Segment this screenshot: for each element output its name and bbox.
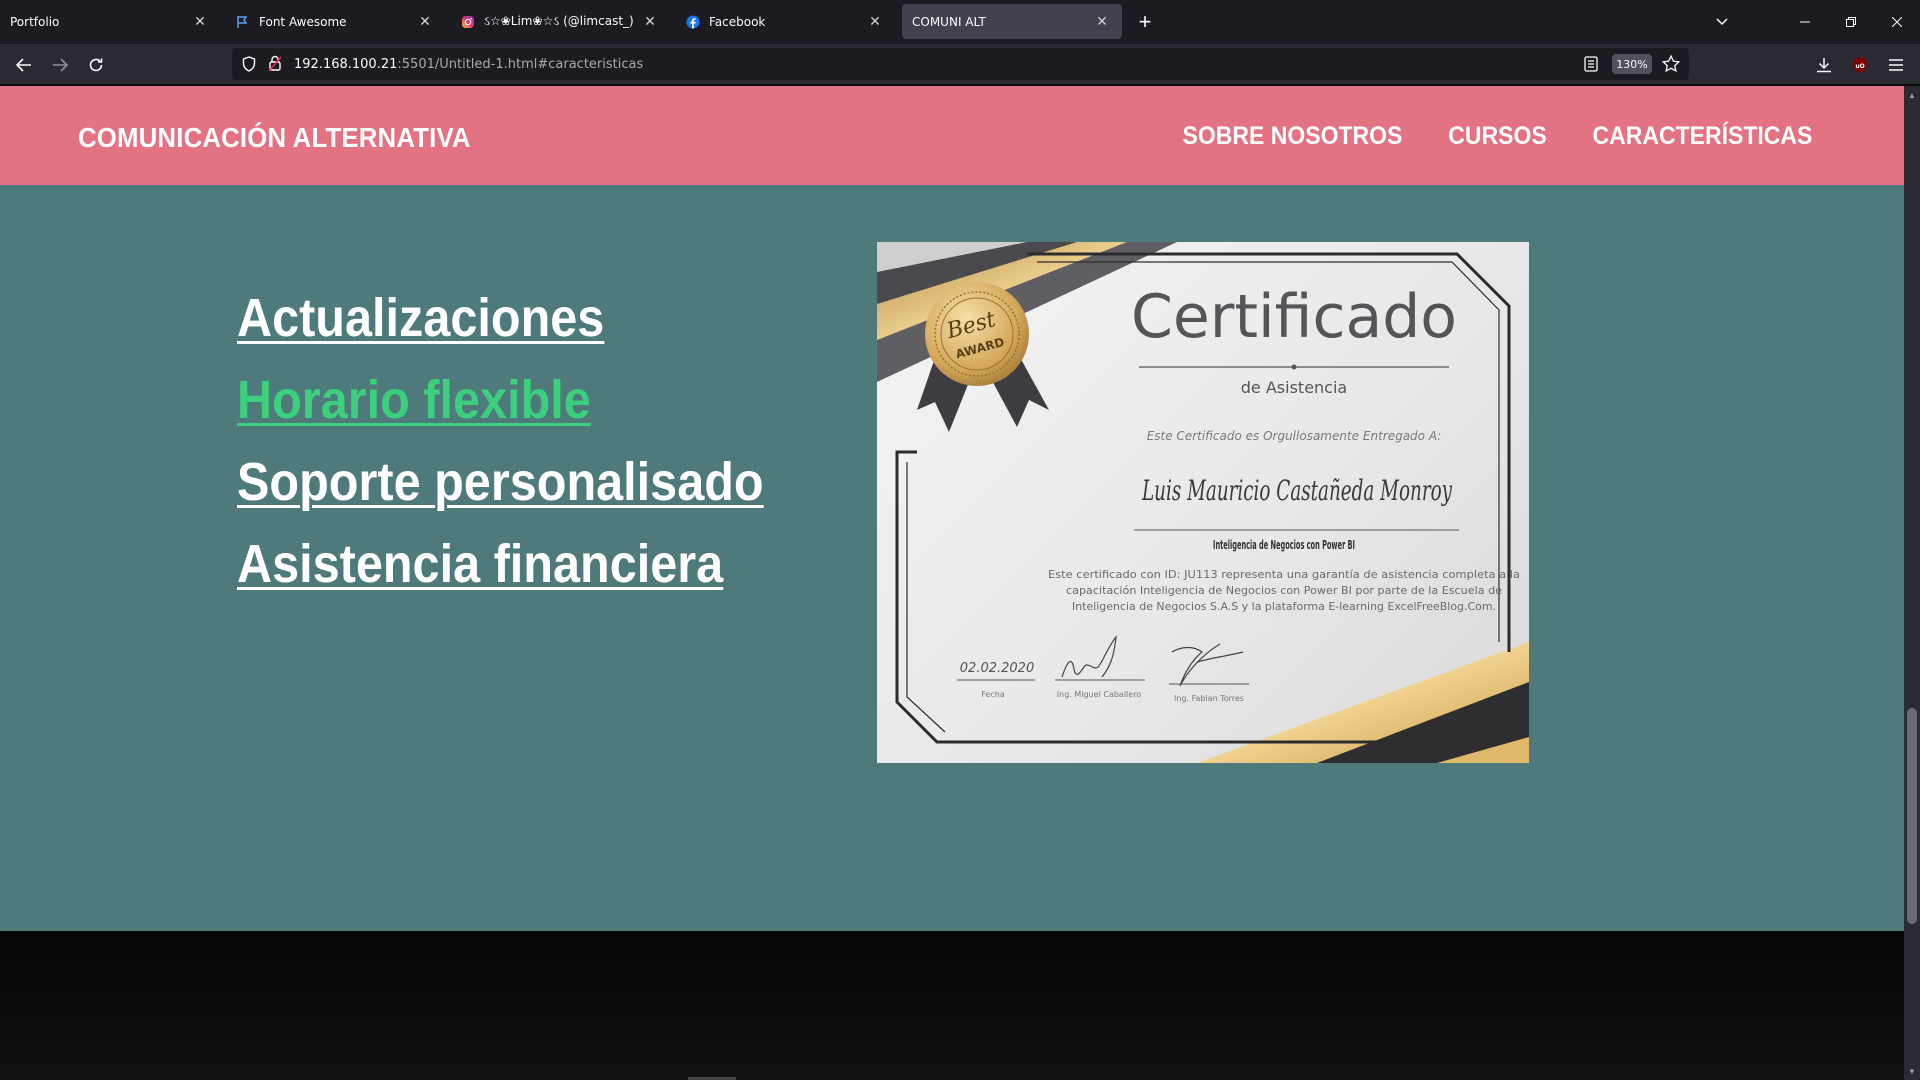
feature-link-asistencia-financiera[interactable]: Asistencia financiera	[237, 523, 764, 605]
award-seal: Best AWARD	[925, 282, 1029, 386]
close-icon[interactable]: ✕	[190, 12, 210, 32]
site-footer	[0, 931, 1904, 1080]
certificate-title: Certificado	[1131, 282, 1457, 352]
url-host: 192.168.100.21	[294, 57, 398, 72]
certificate-intro: Este Certificado es Orgullosamente Entre…	[1147, 429, 1442, 443]
certificate-date: 02.02.2020	[960, 661, 1034, 676]
signature-1-scribble	[1061, 635, 1117, 678]
certificate-body-line-3: Inteligencia de Negocios S.A.S y la plat…	[1072, 600, 1496, 613]
close-icon[interactable]: ✕	[640, 12, 660, 32]
site-brand[interactable]: COMUNICACIÓN ALTERNATIVA	[78, 122, 471, 154]
chevron-down-icon[interactable]	[1712, 10, 1732, 34]
forward-arrow-icon[interactable]	[46, 52, 74, 78]
features-section: Actualizaciones Horario flexible Soporte…	[0, 185, 1904, 931]
minimize-button[interactable]	[1782, 6, 1828, 38]
tab-instagram[interactable]: ઽ☆❀Lim❀☆ઽ (@limcast_) ✕	[450, 4, 670, 39]
nav-link-caracteristicas[interactable]: CARACTERÍSTICAS	[1593, 122, 1813, 151]
tab-label: ઽ☆❀Lim❀☆ઽ (@limcast_)	[484, 14, 634, 28]
nav-link-sobre-nosotros[interactable]: SOBRE NOSOTROS	[1183, 122, 1403, 151]
tab-label: Facebook	[709, 14, 766, 29]
zoom-level-badge[interactable]: 130%	[1612, 54, 1652, 74]
close-icon[interactable]: ✕	[1092, 12, 1112, 32]
insecure-lock-icon[interactable]	[268, 55, 282, 77]
feature-link-horario-flexible[interactable]: Horario flexible	[237, 359, 764, 441]
reload-icon[interactable]	[82, 52, 110, 78]
page-viewport: COMUNICACIÓN ALTERNATIVA SOBRE NOSOTROS …	[0, 86, 1904, 1080]
facebook-icon	[685, 14, 701, 30]
nav-link-cursos[interactable]: CURSOS	[1448, 122, 1546, 151]
ublock-shield-icon[interactable]: uO	[1846, 52, 1874, 78]
signature-2-scribble	[1171, 643, 1244, 687]
certificate-recipient: Luis Mauricio Castañeda Monroy	[1141, 474, 1452, 507]
close-icon[interactable]: ✕	[415, 12, 435, 32]
url-text[interactable]: 192.168.100.21:5501/Untitled-1.html#cara…	[294, 57, 643, 72]
tab-facebook[interactable]: Facebook ✕	[675, 4, 895, 39]
restore-button[interactable]	[1828, 6, 1874, 38]
svg-text:uO: uO	[1855, 63, 1864, 70]
certificate-subtitle: de Asistencia	[1241, 378, 1347, 397]
site-header: COMUNICACIÓN ALTERNATIVA SOBRE NOSOTROS …	[0, 86, 1904, 185]
close-window-button[interactable]	[1874, 6, 1920, 38]
shield-icon[interactable]	[242, 56, 256, 77]
close-icon[interactable]: ✕	[865, 12, 885, 32]
tab-label: Portfolio	[10, 14, 60, 29]
tab-label: COMUNI ALT	[912, 14, 986, 29]
tab-bar: Portfolio ✕ Font Awesome ✕ ઽ☆❀Lim❀☆ઽ (@l…	[0, 0, 1920, 44]
certificate-body-line-2: capacitación Inteligencia de Negocios co…	[1066, 584, 1502, 597]
reader-view-icon[interactable]	[1584, 56, 1598, 77]
tab-label: Font Awesome	[259, 14, 347, 29]
bookmark-star-icon[interactable]	[1661, 54, 1681, 77]
certificate-body-line-1: Este certificado con ID: JU113 represent…	[1048, 568, 1520, 581]
feature-list: Actualizaciones Horario flexible Soporte…	[237, 277, 822, 605]
new-tab-button[interactable]: +	[1132, 8, 1158, 36]
flag-icon	[235, 14, 251, 30]
certificate-image: Best AWARD Certificado de Asistencia Est…	[877, 242, 1529, 763]
feature-link-soporte-personalisado[interactable]: Soporte personalisado	[237, 441, 764, 523]
main-navigation: SOBRE NOSOTROS CURSOS CARACTERÍSTICAS	[1173, 122, 1822, 151]
tab-portfolio[interactable]: Portfolio ✕	[0, 4, 220, 39]
scrollbar-thumb[interactable]	[1907, 708, 1917, 924]
scroll-down-arrow-icon[interactable]: ▼	[1907, 1066, 1917, 1076]
certificate-course: Inteligencia de Negocios con Power BI	[1213, 538, 1355, 552]
tab-comuni-alt[interactable]: COMUNI ALT ✕	[902, 4, 1122, 39]
back-arrow-icon[interactable]	[10, 52, 38, 78]
tab-font-awesome[interactable]: Font Awesome ✕	[225, 4, 445, 39]
url-bar[interactable]: 192.168.100.21:5501/Untitled-1.html#cara…	[232, 48, 1689, 80]
certificate-signer-1: Ing. Miguel Caballero	[1057, 690, 1142, 699]
url-path: :5501/Untitled-1.html#caracteristicas	[397, 57, 644, 72]
download-icon[interactable]	[1810, 52, 1838, 78]
scroll-up-arrow-icon[interactable]: ▲	[1907, 90, 1917, 100]
hamburger-menu-icon[interactable]	[1882, 52, 1910, 78]
certificate-signer-2: Ing. Fabian Torres	[1174, 694, 1244, 703]
page-scrollbar[interactable]: ▲ ▼	[1904, 86, 1920, 1080]
feature-link-actualizaciones[interactable]: Actualizaciones	[237, 277, 764, 359]
instagram-icon	[460, 14, 476, 30]
navigation-toolbar: 192.168.100.21:5501/Untitled-1.html#cara…	[0, 44, 1920, 85]
certificate-date-label: Fecha	[981, 690, 1005, 699]
